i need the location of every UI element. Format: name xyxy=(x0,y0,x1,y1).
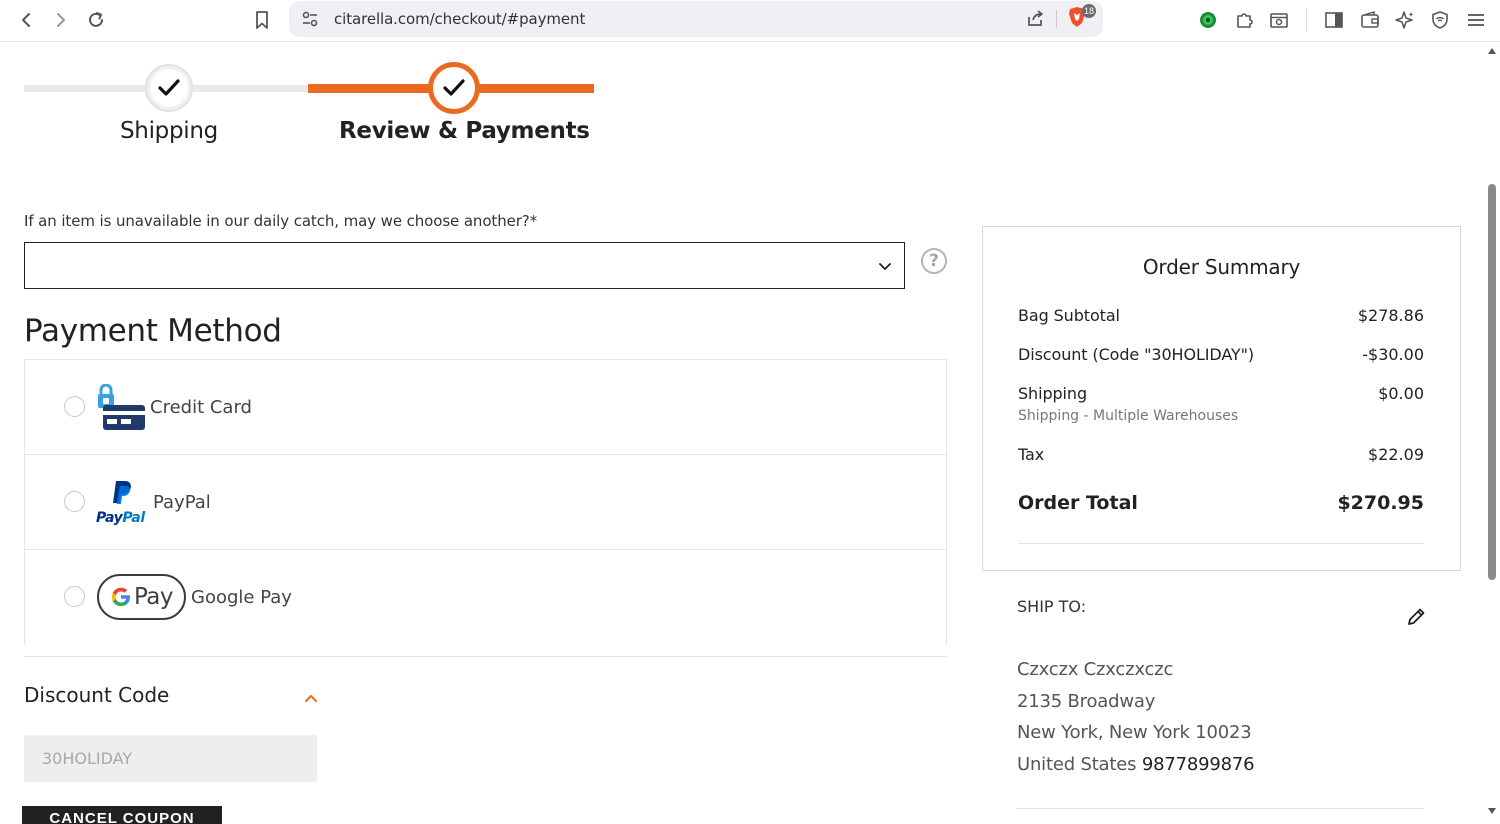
discount-value: -$30.00 xyxy=(1362,345,1424,364)
checkmark-icon xyxy=(443,79,465,96)
paypal-logo-icon xyxy=(110,479,136,512)
ship-to-phone: 9877899876 xyxy=(1141,754,1255,775)
help-question-icon[interactable]: ? xyxy=(921,248,947,274)
ship-to-city: New York, New York 10023 xyxy=(1017,722,1252,743)
scrollbar-thumb[interactable] xyxy=(1488,184,1496,580)
scroll-up-arrow-icon[interactable] xyxy=(1488,48,1496,54)
step-review-circle xyxy=(428,62,480,114)
payment-option-credit-card[interactable]: Credit Card xyxy=(25,360,946,455)
address-bar[interactable]: citarella.com/checkout/#payment 18 xyxy=(289,1,1103,37)
edit-pencil-icon[interactable] xyxy=(1405,606,1427,633)
bag-subtotal-value: $278.86 xyxy=(1357,306,1424,325)
substitution-select[interactable] xyxy=(24,242,905,289)
order-summary-panel: Order Summary Bag Subtotal $278.86 Disco… xyxy=(982,226,1461,571)
payment-method-list: Credit Card PayPal PayPal Google Pay Pay xyxy=(24,359,947,645)
cancel-coupon-button[interactable]: CANCEL COUPON xyxy=(22,806,222,824)
chevron-up-icon[interactable] xyxy=(304,690,318,708)
chevron-down-icon xyxy=(878,258,892,276)
payment-method-title: Payment Method xyxy=(24,313,282,349)
discount-code-title[interactable]: Discount Code xyxy=(24,683,169,707)
shipping-label: Shipping xyxy=(1018,384,1087,403)
ship-to-country-phone: United States 9877899876 xyxy=(1017,754,1255,775)
screenshot-icon[interactable] xyxy=(1263,5,1295,35)
paypal-radio[interactable] xyxy=(64,491,85,512)
step-shipping-circle[interactable] xyxy=(145,64,193,112)
url-separator xyxy=(1056,10,1057,28)
substitution-label: If an item is unavailable in our daily c… xyxy=(24,212,538,230)
bag-subtotal-label: Bag Subtotal xyxy=(1018,306,1120,325)
credit-card-lock-icon xyxy=(95,383,147,437)
paypal-label[interactable]: PayPal xyxy=(153,492,211,513)
order-summary-title: Order Summary xyxy=(1142,255,1301,279)
credit-card-radio[interactable] xyxy=(64,396,85,417)
paypal-wordmark: PayPal xyxy=(96,510,145,526)
extension-green-icon[interactable] xyxy=(1192,5,1224,35)
credit-card-label[interactable]: Credit Card xyxy=(150,397,252,418)
scroll-down-arrow-icon[interactable] xyxy=(1488,808,1496,814)
google-pay-icon: Pay xyxy=(97,574,186,620)
section-divider xyxy=(24,656,947,657)
checkmark-icon xyxy=(158,79,180,96)
step-review-label: Review & Payments xyxy=(339,118,590,144)
ai-assistant-icon[interactable] xyxy=(1389,5,1421,35)
shipping-value: $0.00 xyxy=(1378,384,1424,403)
toolbar-separator xyxy=(1306,9,1307,31)
ship-to-name: Czxczx Czxczxczc xyxy=(1017,659,1174,680)
back-icon[interactable] xyxy=(10,5,42,35)
step-shipping-label[interactable]: Shipping xyxy=(120,118,218,144)
brave-shield-count: 18 xyxy=(1082,4,1097,18)
ship-to-country: United States xyxy=(1017,754,1137,775)
extensions-puzzle-icon[interactable] xyxy=(1228,5,1260,35)
tax-value: $22.09 xyxy=(1368,445,1424,464)
order-summary-divider xyxy=(1018,543,1424,544)
ship-to-title: SHIP TO: xyxy=(1017,597,1087,616)
ship-to-street: 2135 Broadway xyxy=(1017,691,1156,712)
tax-label: Tax xyxy=(1018,445,1045,464)
order-total-value: $270.95 xyxy=(1337,492,1424,514)
wallet-icon[interactable] xyxy=(1354,5,1386,35)
browser-toolbar: citarella.com/checkout/#payment 18 xyxy=(0,0,1500,42)
shipping-method-note: Shipping - Multiple Warehouses xyxy=(1018,408,1239,424)
google-pay-wordmark: Pay xyxy=(133,584,174,610)
google-g-icon xyxy=(111,587,130,606)
discount-code-input[interactable] xyxy=(24,735,317,782)
ship-to-divider xyxy=(1017,808,1424,809)
google-pay-label[interactable]: Google Pay xyxy=(191,587,292,608)
site-settings-icon[interactable] xyxy=(301,10,319,33)
url-text[interactable]: citarella.com/checkout/#payment xyxy=(334,10,585,28)
payment-option-paypal[interactable]: PayPal PayPal xyxy=(25,455,946,550)
discount-label: Discount (Code "30HOLIDAY") xyxy=(1018,345,1255,364)
vpn-shield-icon[interactable] xyxy=(1424,5,1456,35)
share-icon[interactable] xyxy=(1025,8,1045,33)
google-pay-radio[interactable] xyxy=(64,586,85,607)
reload-icon[interactable] xyxy=(80,5,112,35)
sidebar-toggle-icon[interactable] xyxy=(1318,5,1350,35)
bookmark-icon[interactable] xyxy=(246,5,278,35)
menu-icon[interactable] xyxy=(1460,5,1492,35)
forward-icon[interactable] xyxy=(45,5,77,35)
order-total-label: Order Total xyxy=(1018,492,1138,514)
